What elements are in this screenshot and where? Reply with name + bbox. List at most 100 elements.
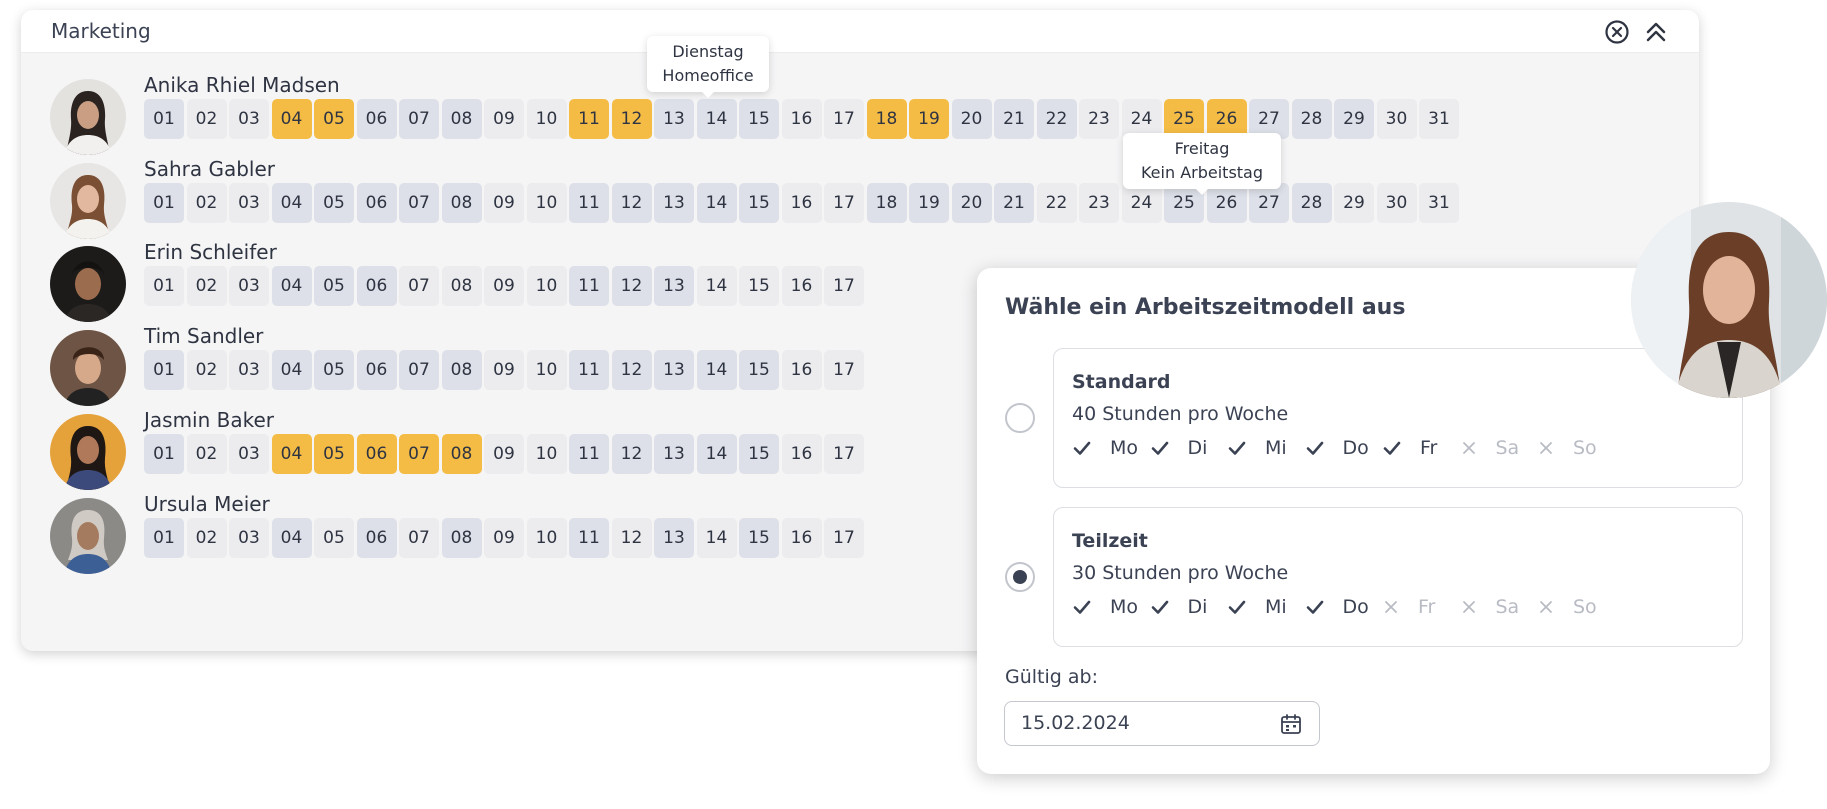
day-cell[interactable]: 18	[866, 99, 907, 139]
day-cell[interactable]: 16	[781, 350, 822, 390]
day-cell[interactable]: 08	[441, 434, 482, 474]
double-chevron-up-icon[interactable]	[1643, 19, 1669, 45]
day-cell[interactable]: 14	[696, 99, 737, 139]
day-cell[interactable]: 04	[271, 183, 312, 223]
day-cell[interactable]: 12	[611, 99, 652, 139]
day-cell[interactable]: 16	[781, 183, 822, 223]
day-cell[interactable]: 17	[824, 99, 864, 139]
day-cell[interactable]: 20	[951, 183, 992, 223]
day-cell[interactable]: 13	[654, 434, 694, 474]
day-cell[interactable]: 14	[696, 434, 737, 474]
day-cell[interactable]: 04	[271, 266, 312, 306]
day-cell[interactable]: 15	[739, 183, 779, 223]
day-cell[interactable]: 08	[441, 350, 482, 390]
day-cell[interactable]: 12	[611, 266, 652, 306]
day-cell[interactable]: 07	[399, 183, 439, 223]
day-cell[interactable]: 21	[994, 99, 1034, 139]
day-cell[interactable]: 06	[356, 434, 397, 474]
day-cell[interactable]: 16	[781, 434, 822, 474]
day-cell[interactable]: 22	[1036, 183, 1077, 223]
day-cell[interactable]: 08	[441, 99, 482, 139]
day-cell[interactable]: 30	[1376, 183, 1417, 223]
radio-teilzeit[interactable]	[1005, 562, 1035, 592]
day-cell[interactable]: 04	[271, 350, 312, 390]
day-cell[interactable]: 14	[696, 266, 737, 306]
day-cell[interactable]: 19	[909, 99, 949, 139]
day-cell[interactable]: 12	[611, 518, 652, 558]
day-cell[interactable]: 29	[1334, 99, 1374, 139]
day-cell[interactable]: 31	[1419, 99, 1459, 139]
day-cell[interactable]: 18	[866, 183, 907, 223]
day-cell[interactable]: 17	[824, 518, 864, 558]
day-cell[interactable]: 03	[229, 183, 269, 223]
day-cell[interactable]: 01	[144, 183, 184, 223]
day-cell[interactable]: 11	[569, 518, 609, 558]
day-cell[interactable]: 01	[144, 266, 184, 306]
day-cell[interactable]: 08	[441, 266, 482, 306]
day-cell[interactable]: 27	[1249, 183, 1289, 223]
day-cell[interactable]: 28	[1291, 99, 1332, 139]
day-cell[interactable]: 01	[144, 434, 184, 474]
day-cell[interactable]: 03	[229, 266, 269, 306]
day-cell[interactable]: 17	[824, 183, 864, 223]
day-cell[interactable]: 07	[399, 266, 439, 306]
day-cell[interactable]: 15	[739, 99, 779, 139]
day-cell[interactable]: 10	[526, 266, 567, 306]
day-cell[interactable]: 11	[569, 266, 609, 306]
day-cell[interactable]: 09	[484, 518, 524, 558]
option-card-standard[interactable]: Standard 40 Stunden pro Woche Mo Di Mi Do Fr…	[1053, 348, 1743, 488]
day-cell[interactable]: 01	[144, 518, 184, 558]
day-cell[interactable]: 03	[229, 518, 269, 558]
day-cell[interactable]: 20	[951, 99, 992, 139]
day-cell[interactable]: 06	[356, 266, 397, 306]
day-cell[interactable]: 26	[1206, 183, 1247, 223]
day-cell[interactable]: 08	[441, 518, 482, 558]
day-cell[interactable]: 05	[314, 99, 354, 139]
day-cell[interactable]: 16	[781, 518, 822, 558]
day-cell[interactable]: 23	[1079, 183, 1119, 223]
day-cell[interactable]: 19	[909, 183, 949, 223]
day-cell[interactable]: 15	[739, 266, 779, 306]
day-cell[interactable]: 05	[314, 183, 354, 223]
day-cell[interactable]: 23	[1079, 99, 1119, 139]
valid-from-date-input[interactable]: 15.02.2024	[1004, 701, 1320, 746]
day-cell[interactable]: 17	[824, 266, 864, 306]
day-cell[interactable]: 11	[569, 183, 609, 223]
day-cell[interactable]: 28	[1291, 183, 1332, 223]
close-icon[interactable]	[1604, 19, 1630, 45]
day-cell[interactable]: 03	[229, 434, 269, 474]
calendar-icon[interactable]	[1279, 712, 1303, 740]
day-cell[interactable]: 31	[1419, 183, 1459, 223]
day-cell[interactable]: 08	[441, 183, 482, 223]
day-cell[interactable]: 14	[696, 350, 737, 390]
day-cell[interactable]: 07	[399, 518, 439, 558]
day-cell[interactable]: 05	[314, 434, 354, 474]
day-cell[interactable]: 09	[484, 183, 524, 223]
day-cell[interactable]: 16	[781, 266, 822, 306]
day-cell[interactable]: 21	[994, 183, 1034, 223]
day-cell[interactable]: 13	[654, 183, 694, 223]
day-cell[interactable]: 06	[356, 183, 397, 223]
day-cell[interactable]: 02	[186, 99, 227, 139]
day-cell[interactable]: 06	[356, 350, 397, 390]
radio-standard[interactable]	[1005, 403, 1035, 433]
day-cell[interactable]: 03	[229, 99, 269, 139]
day-cell[interactable]: 16	[781, 99, 822, 139]
day-cell[interactable]: 30	[1376, 99, 1417, 139]
option-card-teilzeit[interactable]: Teilzeit 30 Stunden pro Woche Mo Di Mi Do Fr…	[1053, 507, 1743, 647]
day-cell[interactable]: 10	[526, 518, 567, 558]
day-cell[interactable]: 22	[1036, 99, 1077, 139]
day-cell[interactable]: 07	[399, 350, 439, 390]
day-cell[interactable]: 12	[611, 183, 652, 223]
day-cell[interactable]: 06	[356, 518, 397, 558]
day-cell[interactable]: 12	[611, 350, 652, 390]
day-cell[interactable]: 11	[569, 99, 609, 139]
day-cell[interactable]: 13	[654, 350, 694, 390]
day-cell[interactable]: 09	[484, 350, 524, 390]
day-cell[interactable]: 13	[654, 99, 694, 139]
day-cell[interactable]: 05	[314, 518, 354, 558]
day-cell[interactable]: 06	[356, 99, 397, 139]
day-cell[interactable]: 12	[611, 434, 652, 474]
day-cell[interactable]: 17	[824, 434, 864, 474]
day-cell[interactable]: 07	[399, 434, 439, 474]
